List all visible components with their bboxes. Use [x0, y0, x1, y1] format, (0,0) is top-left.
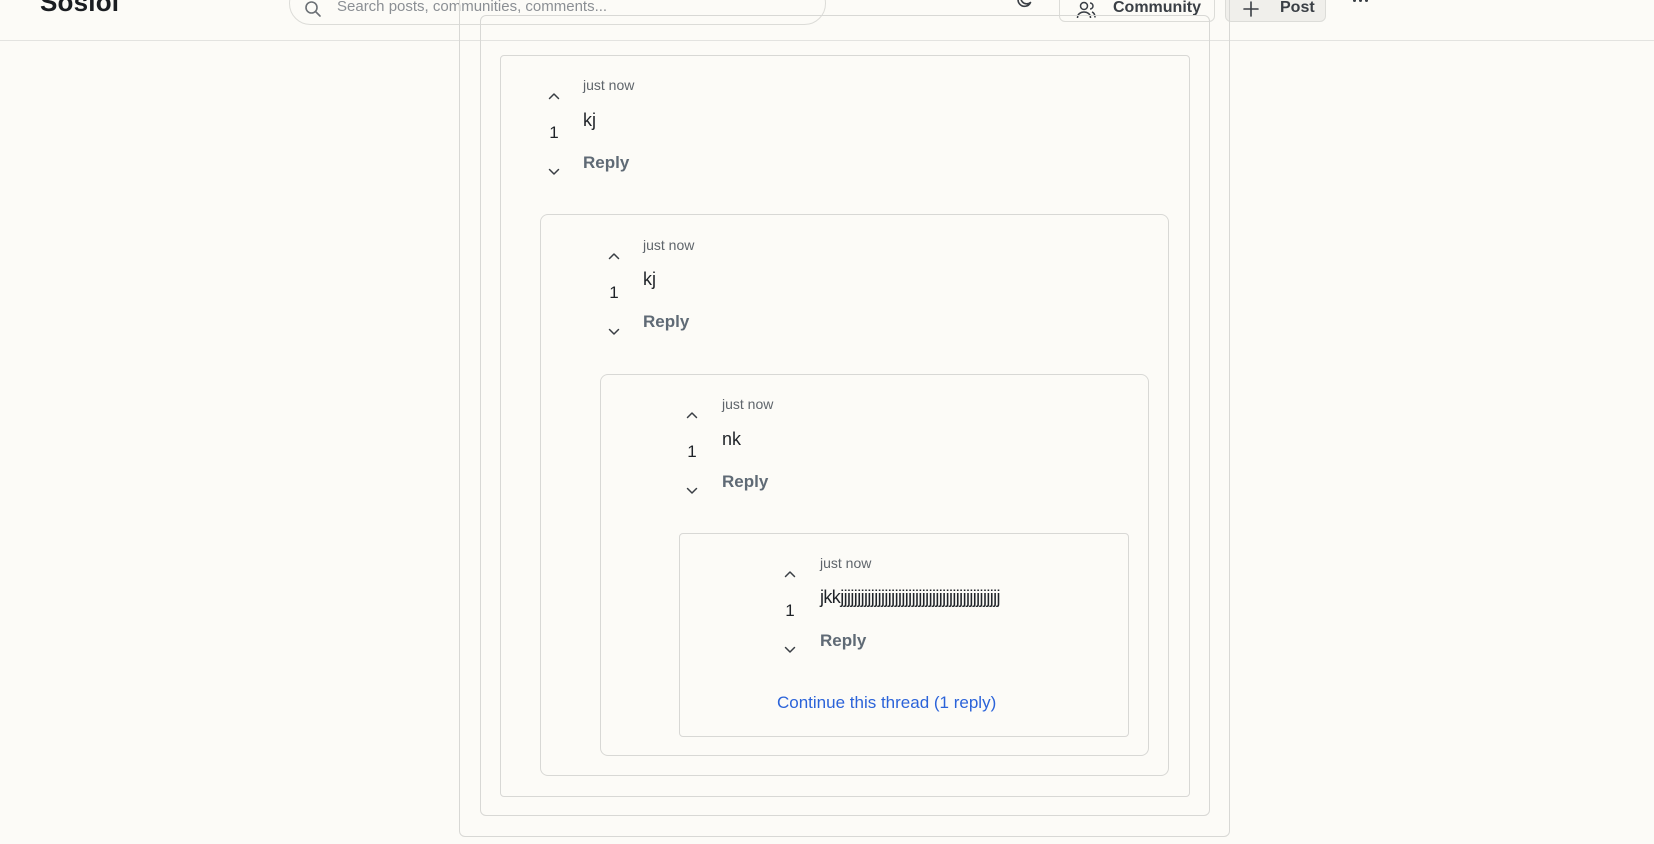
create-post-button-label: Post: [1280, 0, 1315, 16]
plus-icon: [1243, 1, 1259, 17]
search-icon: [305, 1, 321, 17]
chevron-up-icon: [608, 253, 620, 260]
downvote-button[interactable]: [782, 642, 798, 658]
chevron-down-icon: [686, 487, 698, 494]
chevron-down-icon: [548, 168, 560, 175]
reply-button[interactable]: Reply: [643, 312, 689, 332]
comment-text: jkkjjjjjjjjjjjjjjjjjjjjjjjjjjjjjjjjjjjjj…: [820, 587, 1001, 607]
downvote-button[interactable]: [684, 483, 700, 499]
continue-thread-link[interactable]: Continue this thread (1 reply): [777, 693, 996, 713]
comment-text: kj: [643, 269, 656, 289]
chevron-up-icon: [686, 412, 698, 419]
upvote-button[interactable]: [684, 407, 700, 423]
upvote-button[interactable]: [606, 248, 622, 264]
comment-timestamp: just now: [820, 555, 872, 571]
chevron-up-icon: [548, 93, 560, 100]
vote-score: 1: [549, 123, 559, 142]
chevron-down-icon: [608, 328, 620, 335]
vote-score: 1: [687, 442, 697, 461]
create-post-button[interactable]: Post: [1225, 0, 1326, 22]
downvote-button[interactable]: [606, 324, 622, 340]
vote-score: 1: [609, 283, 619, 302]
more-icon[interactable]: [1350, 0, 1370, 8]
site-logo[interactable]: Sosioi: [40, 0, 119, 18]
comment-timestamp: just now: [722, 396, 774, 412]
reply-button[interactable]: Reply: [820, 631, 866, 651]
reply-button[interactable]: Reply: [583, 153, 629, 173]
upvote-button[interactable]: [782, 566, 798, 582]
reply-button[interactable]: Reply: [722, 472, 768, 492]
chevron-up-icon: [784, 571, 796, 578]
comment-text: kj: [583, 110, 596, 130]
upvote-button[interactable]: [546, 88, 562, 104]
comment-text: nk: [722, 429, 742, 449]
comment-timestamp: just now: [643, 237, 695, 253]
vote-score: 1: [785, 601, 795, 620]
comment-timestamp: just now: [583, 77, 635, 93]
downvote-button[interactable]: [546, 164, 562, 180]
chevron-down-icon: [784, 646, 796, 653]
